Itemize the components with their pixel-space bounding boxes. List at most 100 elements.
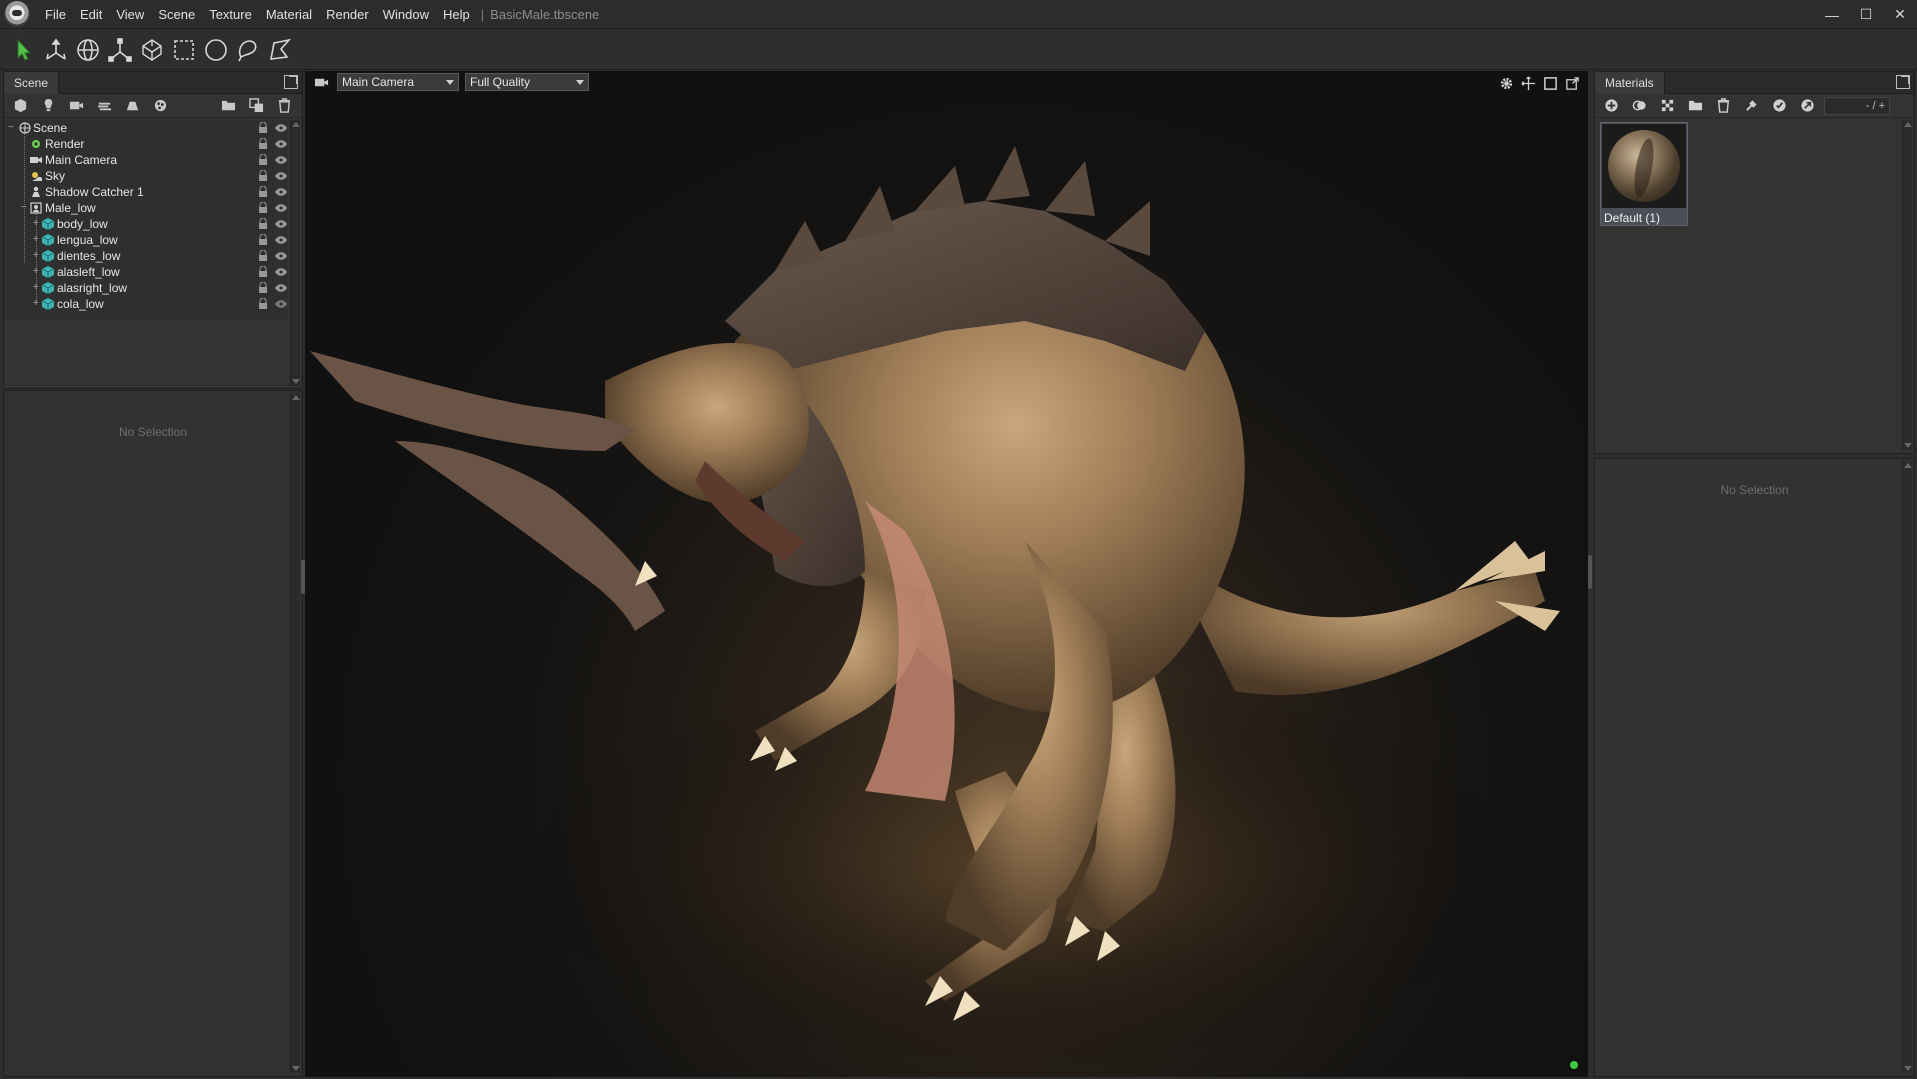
app-logo-icon[interactable] (4, 1, 30, 27)
expand-icon[interactable]: + (33, 235, 41, 245)
close-button[interactable]: ✕ (1883, 0, 1917, 29)
scene-tree-scrollbar[interactable] (290, 120, 300, 386)
visibility-eye-icon[interactable] (275, 220, 287, 228)
frame-icon[interactable] (1540, 73, 1560, 93)
tree-item-lengua-low[interactable]: + lengua_low (4, 232, 288, 248)
tree-item-sky[interactable]: Sky (4, 168, 288, 184)
menu-edit[interactable]: Edit (73, 0, 109, 29)
folder-icon[interactable] (1685, 96, 1705, 116)
add-light-icon[interactable] (38, 96, 58, 116)
expand-icon[interactable]: + (33, 251, 41, 261)
maximize-button[interactable]: ☐ (1849, 0, 1883, 29)
lock-icon[interactable] (258, 138, 268, 150)
properties-scrollbar[interactable] (290, 393, 300, 1073)
visibility-eye-icon[interactable] (275, 252, 287, 260)
tree-item-cola-low[interactable]: + cola_low (4, 296, 288, 312)
visibility-eye-icon[interactable] (275, 268, 287, 276)
menu-scene[interactable]: Scene (151, 0, 202, 29)
collapse-icon[interactable]: − (8, 123, 16, 133)
collapse-icon[interactable]: − (21, 203, 29, 213)
expand-icon[interactable]: + (33, 283, 41, 293)
menu-material[interactable]: Material (259, 0, 319, 29)
menu-view[interactable]: View (109, 0, 151, 29)
lock-icon[interactable] (258, 202, 268, 214)
tree-item-main-camera[interactable]: Main Camera (4, 152, 288, 168)
menu-texture[interactable]: Texture (202, 0, 259, 29)
expand-icon[interactable]: + (33, 299, 41, 309)
camera-select[interactable]: Main Camera (337, 73, 459, 91)
lock-icon[interactable] (258, 250, 268, 262)
checker-icon[interactable] (1657, 96, 1677, 116)
lock-icon[interactable] (258, 298, 268, 310)
move-view-icon[interactable] (1518, 73, 1538, 93)
visibility-eye-icon[interactable] (275, 156, 287, 164)
minimize-button[interactable]: — (1815, 0, 1849, 29)
scroll-up-icon[interactable] (292, 395, 300, 400)
lock-icon[interactable] (258, 186, 268, 198)
menu-file[interactable]: File (38, 0, 73, 29)
lock-icon[interactable] (258, 122, 268, 134)
trash-icon[interactable] (1713, 96, 1733, 116)
visibility-eye-icon[interactable] (275, 284, 287, 292)
expand-icon[interactable]: + (33, 267, 41, 277)
material-swatch[interactable]: Default (1) (1600, 122, 1688, 226)
folder-icon[interactable] (218, 96, 238, 116)
tree-item-body-low[interactable]: + body_low (4, 216, 288, 232)
tab-materials[interactable]: Materials (1595, 72, 1665, 94)
lock-icon[interactable] (258, 234, 268, 246)
add-fog-icon[interactable] (94, 96, 114, 116)
expand-icon[interactable]: + (33, 219, 41, 229)
tab-scene[interactable]: Scene (4, 72, 60, 94)
scroll-down-icon[interactable] (292, 1066, 300, 1071)
quality-select[interactable]: Full Quality (465, 73, 589, 91)
pick-material-icon[interactable] (1741, 96, 1761, 116)
lock-icon[interactable] (258, 282, 268, 294)
visibility-eye-icon[interactable] (275, 204, 287, 212)
tree-item-male-low[interactable]: − Male_low (4, 200, 288, 216)
lock-icon[interactable] (258, 218, 268, 230)
popout-icon[interactable] (1562, 73, 1582, 93)
material-zoom-stepper[interactable]: - / + (1824, 97, 1890, 115)
tree-item-scene[interactable]: − Scene (4, 120, 288, 136)
add-audio-icon[interactable] (150, 96, 170, 116)
popout-icon[interactable] (284, 75, 298, 89)
visibility-eye-icon[interactable] (275, 236, 287, 244)
tree-item-alasright-low[interactable]: + alasright_low (4, 280, 288, 296)
poly-select-icon[interactable] (264, 34, 296, 66)
scale-icon[interactable] (104, 34, 136, 66)
tree-item-shadow-catcher[interactable]: Shadow Catcher 1 (4, 184, 288, 200)
camera-icon[interactable] (311, 72, 331, 92)
rect-select-icon[interactable] (168, 34, 200, 66)
menu-window[interactable]: Window (376, 0, 436, 29)
cage-icon[interactable] (136, 34, 168, 66)
materials-scrollbar[interactable] (1902, 120, 1912, 450)
lock-icon[interactable] (258, 266, 268, 278)
export-material-icon[interactable] (1797, 96, 1817, 116)
menu-help[interactable]: Help (436, 0, 477, 29)
right-splitter-handle[interactable] (1588, 555, 1592, 589)
add-camera-icon[interactable] (66, 96, 86, 116)
visibility-eye-icon[interactable] (275, 300, 287, 308)
scroll-up-icon[interactable] (292, 122, 300, 127)
duplicate-material-icon[interactable] (1629, 96, 1649, 116)
tree-item-alasleft-low[interactable]: + alasleft_low (4, 264, 288, 280)
tree-item-dientes-low[interactable]: + dientes_low (4, 248, 288, 264)
tree-item-render[interactable]: Render (4, 136, 288, 152)
lasso-select-icon[interactable] (232, 34, 264, 66)
rotate-icon[interactable] (72, 34, 104, 66)
select-arrow-icon[interactable] (8, 34, 40, 66)
scroll-up-icon[interactable] (1904, 463, 1912, 468)
add-shadow-icon[interactable] (122, 96, 142, 116)
add-material-icon[interactable] (1601, 96, 1621, 116)
duplicate-icon[interactable] (246, 96, 266, 116)
lock-icon[interactable] (258, 154, 268, 166)
add-object-icon[interactable] (10, 96, 30, 116)
scroll-down-icon[interactable] (292, 379, 300, 384)
transform-icon[interactable] (40, 34, 72, 66)
scroll-down-icon[interactable] (1904, 1066, 1912, 1071)
scroll-up-icon[interactable] (1904, 122, 1912, 127)
apply-material-icon[interactable] (1769, 96, 1789, 116)
menu-render[interactable]: Render (319, 0, 376, 29)
visibility-eye-icon[interactable] (275, 188, 287, 196)
trash-icon[interactable] (274, 96, 294, 116)
